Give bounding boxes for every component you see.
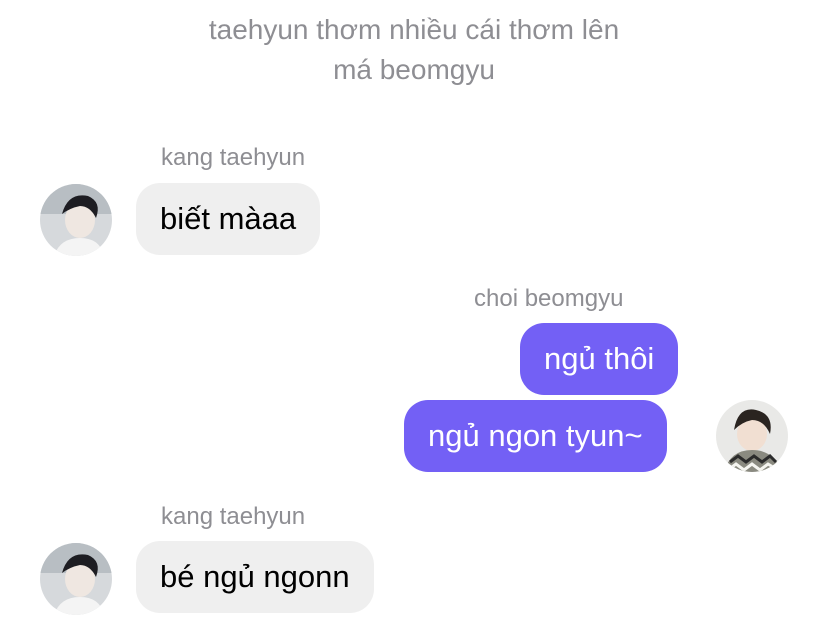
system-notification: taehyun thơm nhiều cái thơm lên má beomg… — [0, 10, 828, 90]
message-bubble-outgoing[interactable]: ngủ thôi — [520, 323, 679, 395]
avatar[interactable] — [40, 543, 112, 615]
sender-name: kang taehyun — [161, 144, 306, 171]
system-notification-line-1: taehyun thơm nhiều cái thơm lên — [208, 14, 620, 45]
message-bubble-outgoing[interactable]: ngủ ngon tyun~ — [404, 400, 667, 472]
system-notification-line-2: má beomgyu — [333, 54, 495, 85]
sender-name: kang taehyun — [161, 503, 306, 530]
message-bubble-incoming[interactable]: bé ngủ ngonn — [136, 541, 374, 613]
avatar-photo-icon — [40, 184, 112, 256]
avatar-photo-icon — [40, 543, 112, 615]
avatar[interactable] — [40, 184, 112, 256]
message-bubble-incoming[interactable]: biết màaa — [136, 183, 321, 255]
avatar[interactable] — [716, 400, 788, 472]
avatar-photo-icon — [716, 400, 788, 472]
sender-name: choi beomgyu — [474, 285, 624, 312]
